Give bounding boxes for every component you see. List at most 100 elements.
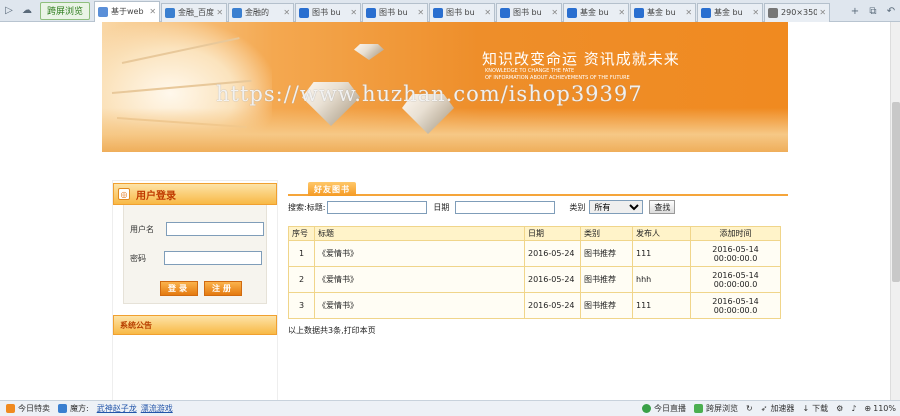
- tab-friend-books[interactable]: 好友图书: [308, 182, 356, 196]
- refresh-status-button[interactable]: ↻: [746, 404, 753, 413]
- download-button[interactable]: ↓ 下载: [802, 403, 828, 414]
- tab-label: 基于web: [111, 7, 144, 16]
- table-header-row: 序号 标题 日期 类别 发布人 添加时间: [288, 226, 781, 241]
- main-content: 好友图书 搜索:标题: 日期 类别 所有 查找 序号 标题 日期 类别 发布人 …: [288, 180, 788, 336]
- added-date: 2016-05-14: [712, 244, 759, 254]
- new-tab-icon[interactable]: +: [846, 2, 864, 20]
- sidebar-toggle-icon[interactable]: ▷: [0, 2, 18, 20]
- undo-icon[interactable]: ↶: [882, 2, 900, 20]
- scrollbar-thumb[interactable]: [892, 102, 900, 282]
- zoom-control[interactable]: ⊕ 110%: [864, 404, 896, 413]
- tab-label: 金融的: [245, 8, 270, 17]
- table-row[interactable]: 2 《爱情书》 2016-05-24 图书推荐 hhh 2016-05-14 00:00:0…: [288, 266, 781, 293]
- browser-tab[interactable]: 基金 bu ✕: [630, 2, 697, 22]
- date-input[interactable]: [455, 200, 556, 214]
- register-button[interactable]: 注册: [204, 281, 242, 296]
- browser-tab[interactable]: 基金 bu ✕: [563, 2, 630, 22]
- browser-tab[interactable]: 290×350 ✕: [764, 2, 831, 22]
- accelerator-button[interactable]: ➶ 加速器: [761, 403, 795, 414]
- browser-tab[interactable]: 基金 bu ✕: [697, 2, 764, 22]
- row-title: 《爱情书》: [314, 266, 525, 293]
- category-label: 类别: [569, 202, 586, 212]
- added-time: 00:00:00.0: [713, 279, 758, 289]
- notice-header: 系统公告: [113, 315, 277, 335]
- row-title: 《爱情书》: [314, 292, 525, 319]
- tab-label: 图书 bu: [513, 8, 542, 17]
- browser-tab[interactable]: 基于web ✕: [94, 0, 161, 22]
- tab-label: 图书 bu: [379, 8, 408, 17]
- tab-label: 基金 bu: [647, 8, 676, 17]
- today-special[interactable]: 今日特卖: [6, 403, 50, 414]
- tab-close-icon[interactable]: ✕: [350, 8, 357, 17]
- browser-tab[interactable]: 图书 bu ✕: [429, 2, 496, 22]
- row-date: 2016-05-24: [524, 292, 581, 319]
- zoom-icon: ⊕: [864, 404, 872, 413]
- tab-favicon-icon: [165, 7, 176, 18]
- browser-tab[interactable]: 金融的 ✕: [228, 2, 295, 22]
- browser-tab[interactable]: 金融_百度 ✕: [161, 2, 228, 22]
- status-link-2[interactable]: 漂流游戏: [141, 403, 173, 414]
- added-date: 2016-05-14: [712, 270, 759, 280]
- row-category: 图书推荐: [580, 266, 633, 293]
- col-header-title: 标题: [314, 226, 525, 241]
- tab-label: 图书 bu: [446, 8, 475, 17]
- live-label: 今日直播: [654, 404, 687, 413]
- row-publisher: 111: [632, 240, 691, 267]
- cloud-icon[interactable]: ☁: [18, 2, 36, 20]
- tab-bar-controls: + ⧉ ↶: [846, 2, 900, 20]
- table-row[interactable]: 1 《爱情书》 2016-05-24 图书推荐 111 2016-05-14 00:00:0…: [288, 240, 781, 267]
- status-link-1[interactable]: 武神赵子龙: [97, 403, 137, 414]
- slogan-en-line: KNOWLEDGE TO CHANGE THE FATE: [485, 68, 575, 74]
- volume-button[interactable]: ♪: [851, 404, 856, 413]
- banner-slogan-english: KNOWLEDGE TO CHANGE THE FATE OF INFORMAT…: [485, 68, 630, 82]
- tab-close-icon[interactable]: ✕: [819, 8, 826, 17]
- tab-favicon-icon: [299, 7, 310, 18]
- login-button[interactable]: 登录: [160, 281, 198, 296]
- tab-close-icon[interactable]: ✕: [149, 7, 156, 16]
- browser-tab-bar: ▷ ☁ 跨屏浏览 基于web ✕ 金融_百度 ✕ 金融的 ✕ 图书 bu ✕ 图书 bu ✕ 图书 …: [0, 0, 900, 22]
- username-row: 用户名: [130, 222, 264, 236]
- magic-label: 魔方:: [70, 404, 89, 413]
- row-publisher: 111: [632, 292, 691, 319]
- tab-close-icon[interactable]: ✕: [618, 8, 625, 17]
- vertical-scrollbar[interactable]: [890, 22, 900, 400]
- play-icon: [642, 404, 652, 413]
- password-input[interactable]: [164, 251, 262, 265]
- col-header-publisher: 发布人: [632, 226, 691, 241]
- row-publisher: hhh: [632, 266, 691, 293]
- title-search-input[interactable]: [327, 200, 428, 214]
- cross-screen-tab[interactable]: 跨屏浏览: [40, 1, 91, 20]
- tab-close-icon[interactable]: ✕: [752, 8, 759, 17]
- tab-close-icon[interactable]: ✕: [216, 8, 223, 17]
- table-row[interactable]: 3 《爱情书》 2016-05-24 图书推荐 111 2016-05-14 00:00:0…: [288, 292, 781, 319]
- tab-close-icon[interactable]: ✕: [484, 8, 491, 17]
- site-banner: 知识改变命运 资讯成就未来 KNOWLEDGE TO CHANGE THE FA…: [102, 22, 788, 152]
- gear-icon: ⚙: [836, 404, 844, 413]
- cross-screen-button[interactable]: 跨屏浏览: [694, 403, 738, 414]
- username-input[interactable]: [166, 222, 264, 236]
- login-header: ◎ 用户登录: [113, 183, 277, 205]
- tab-close-icon[interactable]: ✕: [417, 8, 424, 17]
- col-header-added: 添加时间: [690, 226, 781, 241]
- tab-close-icon[interactable]: ✕: [551, 8, 558, 17]
- diamond-graphic: [354, 44, 384, 60]
- settings-button[interactable]: ⚙: [836, 404, 843, 413]
- magic-cube: 魔方:: [58, 403, 89, 414]
- tab-close-icon[interactable]: ✕: [283, 8, 290, 17]
- search-bar: 搜索:标题: 日期 类别 所有 查找: [288, 199, 788, 215]
- search-button[interactable]: 查找: [649, 200, 676, 214]
- category-select[interactable]: 所有: [589, 200, 644, 214]
- tab-label: 图书 bu: [312, 8, 341, 17]
- browser-tab[interactable]: 图书 bu ✕: [295, 2, 362, 22]
- added-time: 00:00:00.0: [713, 305, 758, 315]
- tab-favicon-icon: [701, 7, 712, 18]
- restore-icon[interactable]: ⧉: [864, 2, 882, 20]
- tab-close-icon[interactable]: ✕: [685, 8, 692, 17]
- tab-favicon-icon: [634, 7, 645, 18]
- download-icon: ↓: [802, 404, 810, 413]
- live-button[interactable]: 今日直播: [642, 403, 686, 414]
- browser-tab[interactable]: 图书 bu ✕: [496, 2, 563, 22]
- browser-tab[interactable]: 图书 bu ✕: [362, 2, 429, 22]
- download-label: 下载: [812, 404, 829, 413]
- tab-favicon-icon: [366, 7, 377, 18]
